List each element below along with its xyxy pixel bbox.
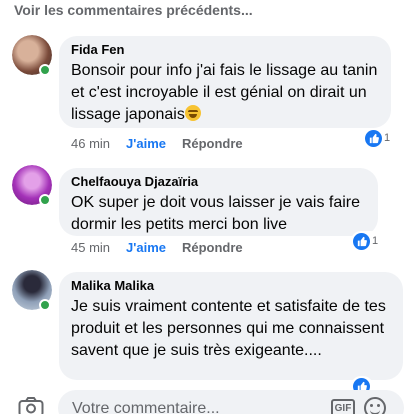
reaction-count: 1 xyxy=(372,235,379,247)
online-indicator xyxy=(39,64,51,76)
like-button[interactable]: J'aime xyxy=(126,240,166,255)
camera-icon[interactable] xyxy=(18,396,44,414)
comment-bubble: Fida Fen Bonsoir pour info j'ai fais le … xyxy=(59,36,391,128)
like-button[interactable]: J'aime xyxy=(126,136,166,151)
reaction-badge[interactable]: 1 xyxy=(351,231,382,251)
reply-button[interactable]: Répondre xyxy=(182,136,243,151)
comment-input[interactable]: Votre commentaire... GIF xyxy=(58,390,404,414)
comment-input-placeholder: Votre commentaire... xyxy=(72,400,220,414)
comment-text: OK super je doit vous laisser je vais fa… xyxy=(71,194,361,233)
previous-comments-link[interactable]: Voir les commentaires précédents... xyxy=(14,2,253,18)
comment-bubble: Malika Malika Je suis vraiment contente … xyxy=(59,272,403,380)
comment-time: 46 min xyxy=(71,136,111,151)
reaction-count: 1 xyxy=(384,132,391,144)
thumbs-up-icon xyxy=(365,129,382,147)
emoji-icon[interactable] xyxy=(364,397,386,414)
comment-author[interactable]: Chelfaouya Djazaïria xyxy=(71,174,366,190)
comment-text: Bonsoir pour info j'ai fais le lissage a… xyxy=(71,62,378,123)
comment-text: Je suis vraiment contente et satisfaite … xyxy=(71,298,386,359)
star-struck-emoji-icon xyxy=(184,105,201,121)
comment-composer: Votre commentaire... GIF xyxy=(0,388,414,414)
reply-button[interactable]: Répondre xyxy=(182,240,243,255)
comment-author[interactable]: Malika Malika xyxy=(71,278,391,294)
reaction-badge[interactable]: 1 xyxy=(363,128,394,148)
comment-author[interactable]: Fida Fen xyxy=(71,42,379,58)
comment-time: 45 min xyxy=(71,240,111,255)
gif-button[interactable]: GIF xyxy=(331,399,355,414)
comment-bubble: Chelfaouya Djazaïria OK super je doit vo… xyxy=(59,168,378,236)
online-indicator xyxy=(39,299,51,311)
thumbs-up-icon xyxy=(353,232,370,250)
online-indicator xyxy=(39,194,51,206)
